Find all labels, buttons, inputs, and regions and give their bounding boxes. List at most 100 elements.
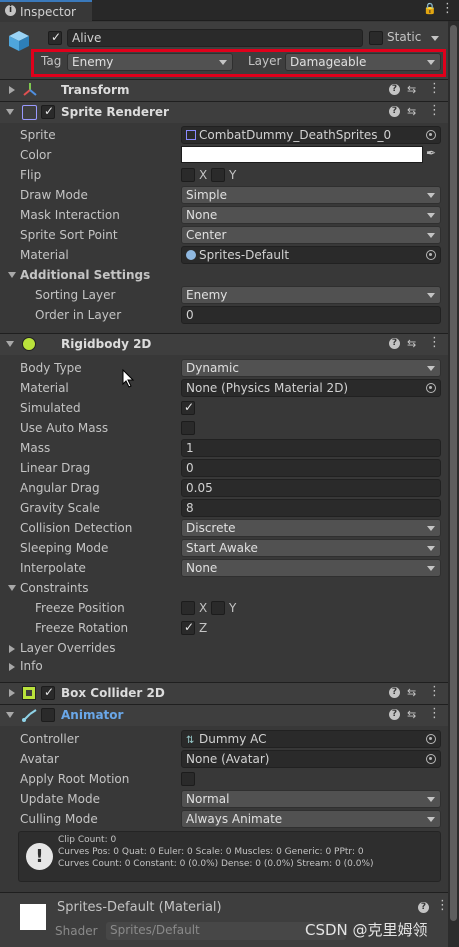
draw-mode-dropdown[interactable]: Simple [181,186,441,204]
help-icon[interactable]: ? [389,106,400,117]
help-icon[interactable]: ? [389,84,400,95]
static-dropdown-arrow[interactable] [431,36,439,41]
rb-material-field[interactable]: None (Physics Material 2D) [181,379,441,397]
body-type-dropdown[interactable]: Dynamic [181,359,441,377]
object-picker-icon[interactable] [426,383,436,393]
angular-drag-field[interactable]: 0.05 [181,479,441,497]
interpolate-value: None [186,561,218,575]
flip-x-checkbox[interactable] [181,168,195,182]
material-field[interactable]: Sprites-Default [181,246,441,264]
constraints-foldout-icon[interactable] [8,585,16,591]
additional-settings-label[interactable]: Additional Settings [20,268,150,282]
help-icon[interactable]: ? [418,902,429,913]
sprite-renderer-enabled-checkbox[interactable]: ✓ [41,104,55,119]
lock-icon[interactable]: 🔒 [423,2,437,15]
animator-info-line-2: Curves Pos: 0 Quat: 0 Euler: 0 Scale: 0 … [58,847,364,857]
watermark: CSDN @克里姆领 [305,921,428,939]
presets-icon[interactable]: ⇆ [407,83,416,96]
mass-field[interactable]: 1 [181,439,441,457]
apply-root-motion-checkbox[interactable] [181,772,195,786]
gravity-scale-field[interactable]: 8 [181,499,441,517]
tab-inspector[interactable]: i Inspector [0,0,92,21]
object-picker-icon[interactable] [426,250,436,260]
help-icon[interactable]: ? [389,709,400,720]
object-picker-icon[interactable] [426,130,436,140]
layer-overrides-foldout-icon[interactable] [9,645,15,653]
gameobject-name-field[interactable]: Alive [67,29,363,47]
eyedropper-icon[interactable]: ✒ [426,146,436,160]
presets-icon[interactable]: ⇆ [407,708,416,721]
foldout-expanded-icon[interactable] [6,109,14,115]
scrollbar-thumb[interactable] [450,25,457,921]
gravity-scale-label: Gravity Scale [20,501,100,515]
use-auto-mass-checkbox[interactable] [181,421,195,435]
interpolate-dropdown[interactable]: None [181,559,441,577]
flip-y-checkbox[interactable] [211,168,225,182]
sorting-layer-dropdown[interactable]: Enemy [181,286,441,304]
sprite-sort-point-dropdown[interactable]: Center [181,226,441,244]
kebab-menu-icon[interactable]: ⋮ [428,684,441,699]
sprite-renderer-header[interactable]: ✓ Sprite Renderer ? ⇆ ⋮ [0,101,448,123]
transform-header[interactable]: Transform ? ⇆ ⋮ [0,79,448,101]
flip-label: Flip [20,168,42,182]
additional-settings-foldout-icon[interactable] [8,272,16,278]
rb-material-label: Material [20,381,69,395]
scrollbar[interactable] [448,21,459,947]
sleeping-mode-value: Start Awake [186,541,258,555]
object-picker-icon[interactable] [426,754,436,764]
info-foldout-icon[interactable] [9,663,15,671]
freeze-position-x-checkbox[interactable] [181,601,195,615]
help-icon[interactable]: ? [389,338,400,349]
kebab-menu-icon[interactable]: ⋮ [428,81,441,96]
sprite-sort-point-value: Center [186,228,227,242]
chevron-down-icon [427,817,435,822]
layer-overrides-label[interactable]: Layer Overrides [20,641,115,655]
sprite-renderer-title: Sprite Renderer [61,105,169,119]
body-type-value: Dynamic [186,361,239,375]
avatar-field[interactable]: None (Avatar) [181,750,441,768]
draw-mode-label: Draw Mode [20,188,88,202]
update-mode-dropdown[interactable]: Normal [181,790,441,808]
object-picker-icon[interactable] [426,734,436,744]
presets-icon[interactable]: ⇆ [407,105,416,118]
simulated-checkbox[interactable]: ✓ [181,400,195,415]
info-label[interactable]: Info [20,659,43,673]
kebab-menu-icon[interactable]: ⋮ [428,706,441,721]
kebab-menu-icon[interactable]: ⋮ [428,335,441,350]
sleeping-mode-dropdown[interactable]: Start Awake [181,539,441,557]
box-collider-header[interactable]: ✓ Box Collider 2D ? ⇆ ⋮ [0,682,448,704]
constraints-label[interactable]: Constraints [20,581,88,595]
mask-interaction-value: None [186,208,218,222]
foldout-collapsed-icon[interactable] [9,86,15,94]
inspector-tab-bar: i Inspector 🔒 ⋮ [0,0,459,21]
interpolate-label: Interpolate [20,561,86,575]
animator-enabled-checkbox[interactable] [41,708,55,722]
active-checkbox[interactable]: ✓ [48,30,62,45]
box-collider-enabled-checkbox[interactable]: ✓ [41,685,55,700]
controller-field[interactable]: ⇅ Dummy AC [181,730,441,748]
rigidbody-header[interactable]: Rigidbody 2D ? ⇆ ⋮ [0,333,448,355]
highlight-box [31,49,446,77]
rigidbody-title: Rigidbody 2D [61,337,152,351]
collision-detection-dropdown[interactable]: Discrete [181,519,441,537]
presets-icon[interactable]: ⇆ [407,337,416,350]
kebab-menu-icon[interactable]: ⋮ [428,103,441,118]
foldout-expanded-icon[interactable] [6,341,14,347]
chevron-down-icon [427,797,435,802]
help-icon[interactable]: ? [389,687,400,698]
sprite-field[interactable]: CombatDummy_DeathSprites_0 [181,126,441,144]
freeze-position-y-checkbox[interactable] [211,601,225,615]
freeze-rotation-z-checkbox[interactable]: ✓ [181,620,195,635]
animator-icon [22,708,38,722]
linear-drag-field[interactable]: 0 [181,459,441,477]
presets-icon[interactable]: ⇆ [407,686,416,699]
static-checkbox[interactable] [369,31,383,45]
foldout-collapsed-icon[interactable] [9,689,15,697]
mask-interaction-dropdown[interactable]: None [181,206,441,224]
color-swatch[interactable] [181,146,423,163]
kebab-menu-icon[interactable]: ⋮ [441,1,454,16]
order-in-layer-field[interactable]: 0 [181,306,441,324]
foldout-expanded-icon[interactable] [6,712,14,718]
animator-header[interactable]: Animator ? ⇆ ⋮ [0,704,448,726]
culling-mode-dropdown[interactable]: Always Animate [181,810,441,828]
